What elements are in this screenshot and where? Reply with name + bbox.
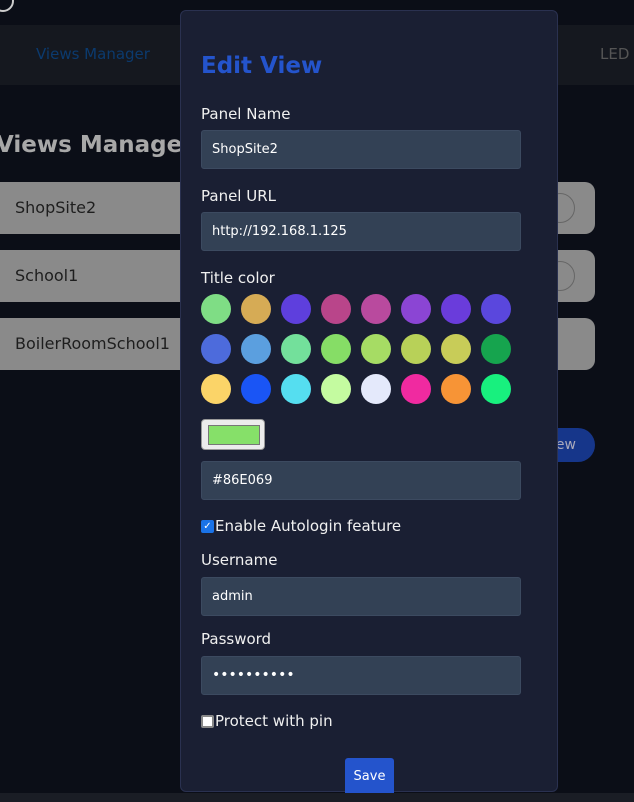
username-input[interactable] [201, 577, 521, 616]
modal-title: Edit View [201, 53, 323, 79]
pin-label: Protect with pin [215, 712, 333, 730]
panel-url-input[interactable] [201, 212, 521, 251]
nav-views-manager[interactable]: Views Manager [36, 45, 150, 63]
color-swatch[interactable] [361, 294, 391, 324]
password-input[interactable]: •••••••••• [201, 656, 521, 695]
save-button[interactable]: Save [345, 758, 394, 793]
checkmark-icon[interactable]: ✓ [201, 519, 214, 533]
nav-led[interactable]: LED [600, 45, 629, 63]
color-swatch[interactable] [361, 374, 391, 404]
pin-checkbox[interactable]: Protect with pin [201, 712, 333, 730]
autologin-label: Enable Autologin feature [215, 517, 402, 535]
autologin-checkbox[interactable]: ✓ Enable Autologin feature [201, 517, 401, 535]
color-swatch[interactable] [321, 334, 351, 364]
color-swatch[interactable] [281, 334, 311, 364]
edit-view-modal: Edit View Panel Name Panel URL Title col… [180, 10, 558, 793]
title-color-label: Title color [201, 269, 275, 287]
color-swatch[interactable] [441, 294, 471, 324]
panel-name-input[interactable] [201, 130, 521, 169]
checkbox-box[interactable] [201, 714, 214, 728]
color-swatch[interactable] [281, 294, 311, 324]
color-swatch[interactable] [441, 374, 471, 404]
panel-name-label: Panel Name [201, 105, 291, 123]
panel-url-label: Panel URL [201, 187, 276, 205]
color-swatch[interactable] [481, 334, 511, 364]
view-name: BoilerRoomSchool1 [15, 334, 170, 353]
color-swatch[interactable] [241, 334, 271, 364]
app-logo-icon [0, 0, 14, 12]
color-swatch[interactable] [481, 374, 511, 404]
color-swatch[interactable] [361, 334, 391, 364]
bottom-bar [0, 793, 634, 802]
color-swatch[interactable] [201, 334, 231, 364]
color-swatch[interactable] [281, 374, 311, 404]
color-hex-input[interactable] [201, 461, 521, 500]
color-swatch[interactable] [401, 334, 431, 364]
color-swatch[interactable] [201, 294, 231, 324]
view-name: ShopSite2 [15, 198, 97, 217]
color-picker[interactable] [201, 419, 265, 450]
page-title: Views Manager [0, 132, 194, 158]
color-swatch[interactable] [481, 294, 511, 324]
color-swatch[interactable] [321, 294, 351, 324]
username-label: Username [201, 551, 278, 569]
color-swatch[interactable] [401, 294, 431, 324]
color-swatch[interactable] [441, 334, 471, 364]
color-swatch[interactable] [241, 374, 271, 404]
color-swatch[interactable] [241, 294, 271, 324]
color-swatch[interactable] [201, 374, 231, 404]
selected-color-swatch [208, 425, 260, 445]
color-swatch[interactable] [321, 374, 351, 404]
password-label: Password [201, 630, 272, 648]
color-swatch[interactable] [401, 374, 431, 404]
view-name: School1 [15, 266, 79, 285]
